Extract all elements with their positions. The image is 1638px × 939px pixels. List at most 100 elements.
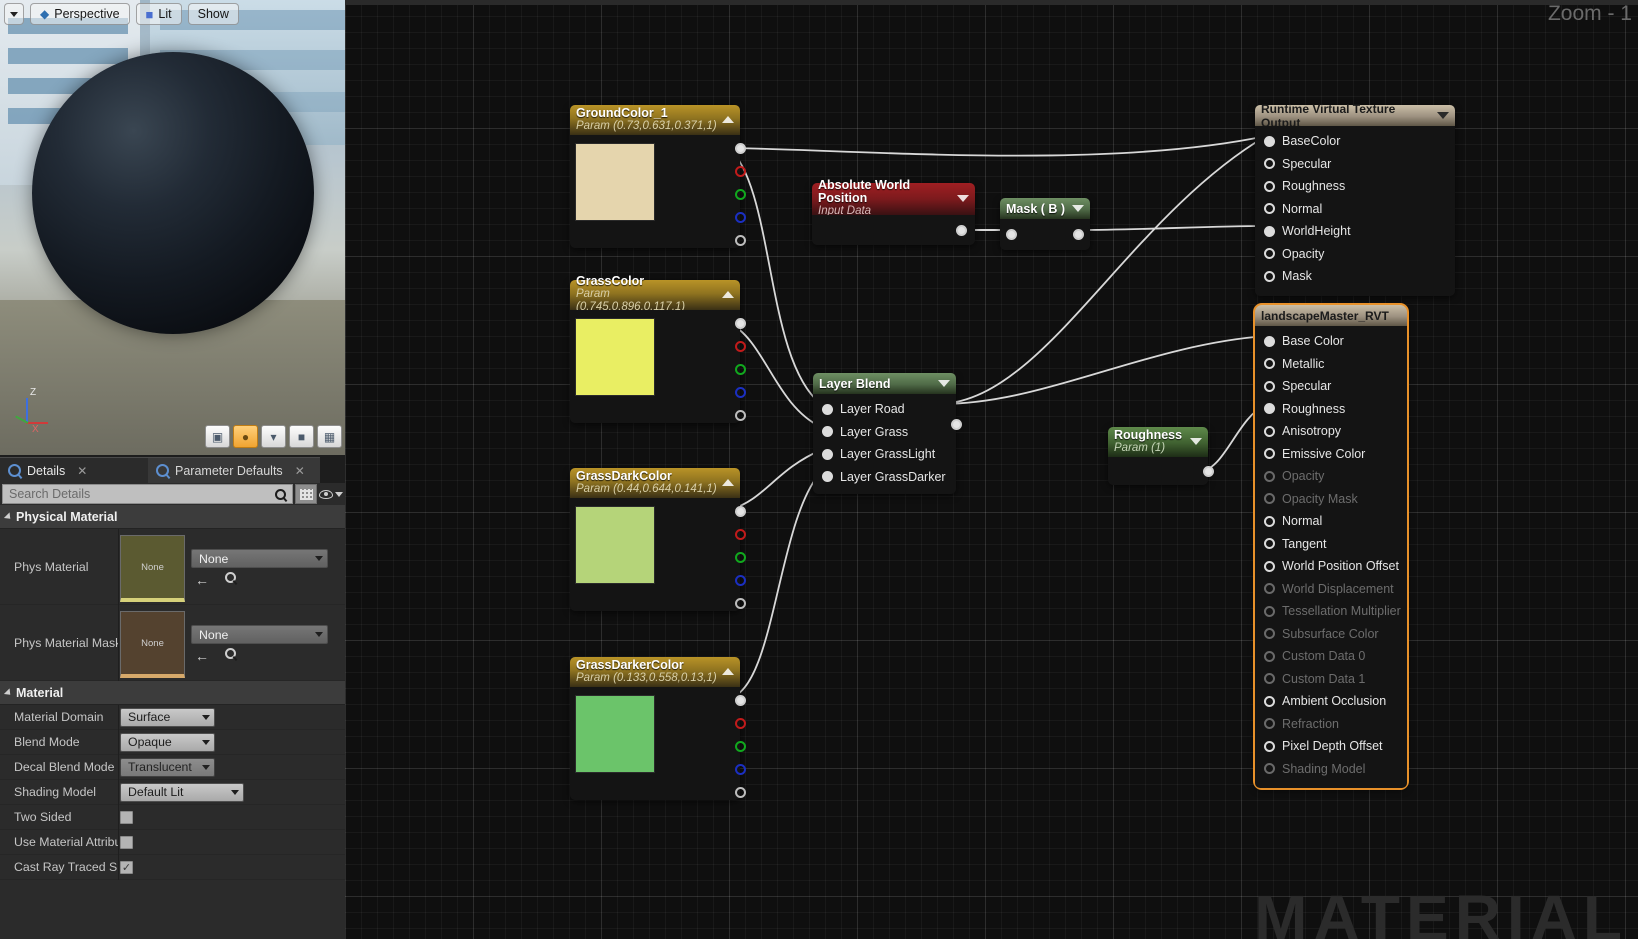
visibility-button[interactable] [319,484,343,504]
pin-layer-road[interactable]: Layer Road [813,398,956,421]
pin-layer-grassdarker[interactable]: Layer GrassDarker [813,466,956,489]
tab-parameter-defaults[interactable]: Parameter Defaults ✕ [148,457,320,483]
node-header[interactable]: landscapeMaster_RVT [1255,305,1407,326]
node-grassdarkercolor[interactable]: GrassDarkerColor Param (0.133,0.558,0.13… [570,657,746,800]
phys-material-combo[interactable]: None [191,549,328,568]
pin-output[interactable] [1203,466,1214,477]
pin-base-color[interactable]: Base Color [1255,330,1407,353]
section-physical-material[interactable]: Physical Material [0,505,345,529]
caret-down-icon[interactable] [1190,438,1202,445]
pin-emissive-color[interactable]: Emissive Color [1255,443,1407,466]
node-landscapemaster-rvt[interactable]: landscapeMaster_RVT Base Color Metallic … [1253,303,1409,790]
pin-b[interactable] [735,387,746,398]
reset-arrow-icon[interactable]: ← [195,572,209,588]
vicon-cylinder[interactable]: ▦ [317,425,342,448]
material-graph-canvas[interactable]: Zoom - 1 MATERIAL GroundColor_1 Param (0… [345,0,1638,939]
pin-pixel-depth-offset[interactable]: Pixel Depth Offset [1255,735,1407,758]
pin-roughness[interactable]: Roughness [1255,175,1455,198]
node-header[interactable]: Layer Blend [813,373,956,394]
pin-normal[interactable]: Normal [1255,510,1407,533]
lit-button[interactable]: ■ Lit [135,3,182,25]
pin-rgba[interactable] [735,695,746,706]
node-header[interactable]: GrassColor Param (0.745,0.896,0.117,1) [570,275,740,313]
viewport-options-dropdown[interactable] [4,3,24,25]
material-domain-combo[interactable]: Surface [120,707,215,727]
color-swatch[interactable] [575,506,655,584]
pin-b[interactable] [735,575,746,586]
node-roughness-param[interactable]: Roughness Param (1) [1108,427,1214,485]
node-header[interactable]: Runtime Virtual Texture Output [1255,102,1455,130]
caret-up-icon[interactable] [722,668,734,675]
node-groundcolor-1[interactable]: GroundColor_1 Param (0.73,0.631,0.371,1) [570,105,746,248]
tab-details[interactable]: Details ✕ [0,457,148,483]
vicon-material-sphere[interactable]: ● [233,425,258,448]
pin-opacity[interactable]: Opacity [1255,243,1455,266]
caret-down-icon[interactable] [1072,205,1084,212]
cast-ray-traced-shadows-checkbox[interactable]: ✓ [120,860,133,874]
close-icon[interactable]: ✕ [77,464,87,478]
pin-tangent[interactable]: Tangent [1255,533,1407,556]
search-input[interactable] [9,487,275,501]
close-icon[interactable]: ✕ [295,464,305,478]
vicon-plane[interactable]: ▾ [261,425,286,448]
pin-basecolor[interactable]: BaseColor [1255,130,1455,153]
pin-input[interactable] [1006,229,1017,240]
color-swatch[interactable] [575,143,655,221]
pin-r[interactable] [735,341,746,352]
node-header[interactable]: Absolute World Position Input Data [812,179,975,217]
vicon-cube[interactable]: ■ [289,425,314,448]
pin-a[interactable] [735,598,746,609]
pin-rgba[interactable] [735,143,746,154]
pin-a[interactable] [735,787,746,798]
node-grasscolor[interactable]: GrassColor Param (0.745,0.896,0.117,1) [570,275,746,423]
node-header[interactable]: GrassDarkerColor Param (0.133,0.558,0.13… [570,657,740,687]
caret-down-icon[interactable] [957,195,969,202]
pin-a[interactable] [735,410,746,421]
material-preview-sphere[interactable] [32,52,314,334]
vicon-select[interactable]: ▣ [205,425,230,448]
pin-roughness[interactable]: Roughness [1255,398,1407,421]
caret-up-icon[interactable] [722,291,734,298]
pin-a[interactable] [735,235,746,246]
pin-ambient-occlusion[interactable]: Ambient Occlusion [1255,690,1407,713]
pin-g[interactable] [735,741,746,752]
node-header[interactable]: Mask ( B ) [1000,198,1090,219]
node-runtime-virtual-texture-output[interactable]: Runtime Virtual Texture Output BaseColor… [1255,102,1455,296]
pin-mask[interactable]: Mask [1255,265,1455,288]
section-material[interactable]: Material [0,681,345,705]
phys-material-mask-combo[interactable]: None [191,625,328,644]
pin-r[interactable] [735,529,746,540]
color-swatch[interactable] [575,318,655,396]
shading-model-combo[interactable]: Default Lit [120,782,244,802]
pin-output[interactable] [956,225,967,236]
pin-normal[interactable]: Normal [1255,198,1455,221]
node-layer-blend[interactable]: Layer Blend Layer Road Layer Grass Layer… [813,373,962,494]
caret-up-icon[interactable] [722,116,734,123]
use-material-attributes-checkbox[interactable] [120,835,133,849]
pin-specular[interactable]: Specular [1255,375,1407,398]
pin-r[interactable] [735,166,746,177]
node-mask-b[interactable]: Mask ( B ) [1000,198,1090,250]
color-swatch[interactable] [575,695,655,773]
caret-down-icon[interactable] [938,380,950,387]
grid-view-button[interactable] [295,484,317,504]
pin-world-position-offset[interactable]: World Position Offset [1255,555,1407,578]
perspective-button[interactable]: ◆ Perspective [30,3,130,25]
pin-metallic[interactable]: Metallic [1255,353,1407,376]
node-header[interactable]: GroundColor_1 Param (0.73,0.631,0.371,1) [570,105,740,135]
pin-g[interactable] [735,189,746,200]
reset-arrow-icon[interactable]: ← [195,648,209,664]
caret-up-icon[interactable] [722,479,734,486]
pin-rgba[interactable] [735,318,746,329]
show-button[interactable]: Show [187,3,239,25]
pin-anisotropy[interactable]: Anisotropy [1255,420,1407,443]
node-grassdarkcolor[interactable]: GrassDarkColor Param (0.44,0.644,0.141,1… [570,468,746,611]
pin-specular[interactable]: Specular [1255,153,1455,176]
viewport-3d[interactable]: ◆ Perspective ■ Lit Show Z X ▣ ● ▾ ■ ▦ [0,0,345,455]
pin-g[interactable] [735,552,746,563]
pin-b[interactable] [735,764,746,775]
caret-down-icon[interactable] [1437,112,1449,119]
pin-r[interactable] [735,718,746,729]
pin-output[interactable] [951,419,962,430]
two-sided-checkbox[interactable] [120,810,133,824]
